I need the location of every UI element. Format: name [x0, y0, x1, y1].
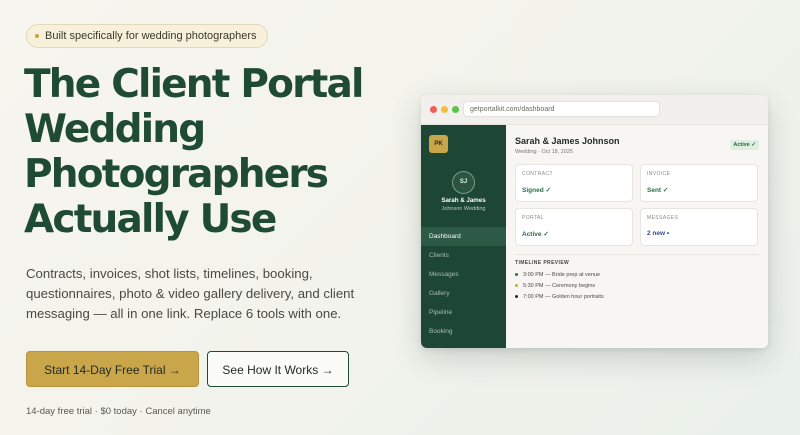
badge-text: Built specifically for wedding photograp… [45, 30, 257, 42]
minimize-window-icon [441, 106, 448, 113]
url-bar: getportalkit.com/dashboard [463, 101, 660, 117]
start-trial-button[interactable]: Start 14-Day Free Trial → [26, 351, 199, 387]
app-logo: PK [429, 135, 448, 153]
messages-card[interactable]: MESSAGES 2 new • [640, 208, 758, 246]
client-avatar: SJ [452, 171, 475, 194]
client-name: Sarah & James [441, 197, 486, 204]
trial-fine-print: 14-day free trial · $0 today · Cancel an… [26, 406, 211, 417]
sidebar-nav: Dashboard Clients Messages Gallery Pipel… [421, 227, 506, 341]
client-event: Johnson Wedding [441, 206, 486, 212]
sidebar-item-gallery[interactable]: Gallery [421, 284, 506, 303]
close-window-icon [430, 106, 437, 113]
portal-card[interactable]: PORTAL Active ✓ [515, 208, 633, 246]
card-value: Signed ✓ [522, 187, 551, 194]
hero-title-line: Actually Use [24, 197, 277, 242]
section-divider [515, 254, 759, 255]
timeline-item: 5:30 PM — Ceremony begins [515, 283, 595, 289]
hero-subtitle: Contracts, invoices, shot lists, timelin… [26, 266, 355, 321]
portal-app: PK SJ Sarah & James Johnson Wedding Dash… [421, 125, 768, 348]
hero-title-line: The Client Portal [24, 62, 364, 107]
timeline-dot-icon [515, 284, 518, 288]
contract-card[interactable]: CONTRACT Signed ✓ [515, 164, 633, 202]
card-label: MESSAGES [647, 215, 679, 221]
card-value: 2 new • [647, 230, 670, 237]
client-meta: Wedding · Oct 18, 2025 [515, 149, 573, 155]
sidebar-item-booking[interactable]: Booking [421, 322, 506, 341]
hero-title-line: Wedding [24, 107, 206, 152]
card-label: PORTAL [522, 215, 544, 221]
sidebar-item-pipeline[interactable]: Pipeline [421, 303, 506, 322]
browser-mockup: getportalkit.com/dashboard PK SJ Sarah &… [421, 95, 768, 348]
timeline-dot-icon [515, 273, 518, 277]
sidebar-item-clients[interactable]: Clients [421, 246, 506, 265]
timeline-text: 5:30 PM — Ceremony begins [523, 283, 596, 289]
browser-titlebar: getportalkit.com/dashboard [421, 95, 768, 125]
timeline-title: TIMELINE PREVIEW [515, 260, 570, 266]
card-label: CONTRACT [522, 171, 553, 177]
card-value: Active ✓ [522, 231, 549, 238]
maximize-window-icon [452, 106, 459, 113]
timeline-item: 7:00 PM — Golden hour portraits [515, 294, 604, 300]
timeline-text: 7:00 PM — Golden hour portraits [523, 294, 604, 300]
invoice-card[interactable]: INVOICE Sent ✓ [640, 164, 758, 202]
app-sidebar: PK SJ Sarah & James Johnson Wedding Dash… [421, 125, 506, 348]
card-label: INVOICE [647, 171, 671, 177]
hero-title-line: Photographers [24, 152, 329, 197]
timeline-item: 3:00 PM — Bride prep at venue [515, 272, 600, 278]
hero-title: The Client Portal Wedding Photographers … [24, 62, 384, 242]
timeline-text: 3:00 PM — Bride prep at venue [523, 272, 601, 278]
feature-badge: Built specifically for wedding photograp… [26, 24, 268, 48]
sidebar-item-messages[interactable]: Messages [421, 265, 506, 284]
sidebar-item-dashboard[interactable]: Dashboard [421, 227, 506, 246]
dashboard-main: Sarah & James Johnson Wedding · Oct 18, … [506, 125, 768, 348]
client-heading: Sarah & James Johnson [515, 136, 620, 146]
see-how-it-works-button[interactable]: See How It Works → [207, 351, 349, 387]
timeline-dot-icon [515, 295, 518, 299]
card-value: Sent ✓ [647, 187, 669, 194]
status-badge: Active ✓ [730, 140, 759, 150]
badge-dot-icon [35, 34, 39, 38]
